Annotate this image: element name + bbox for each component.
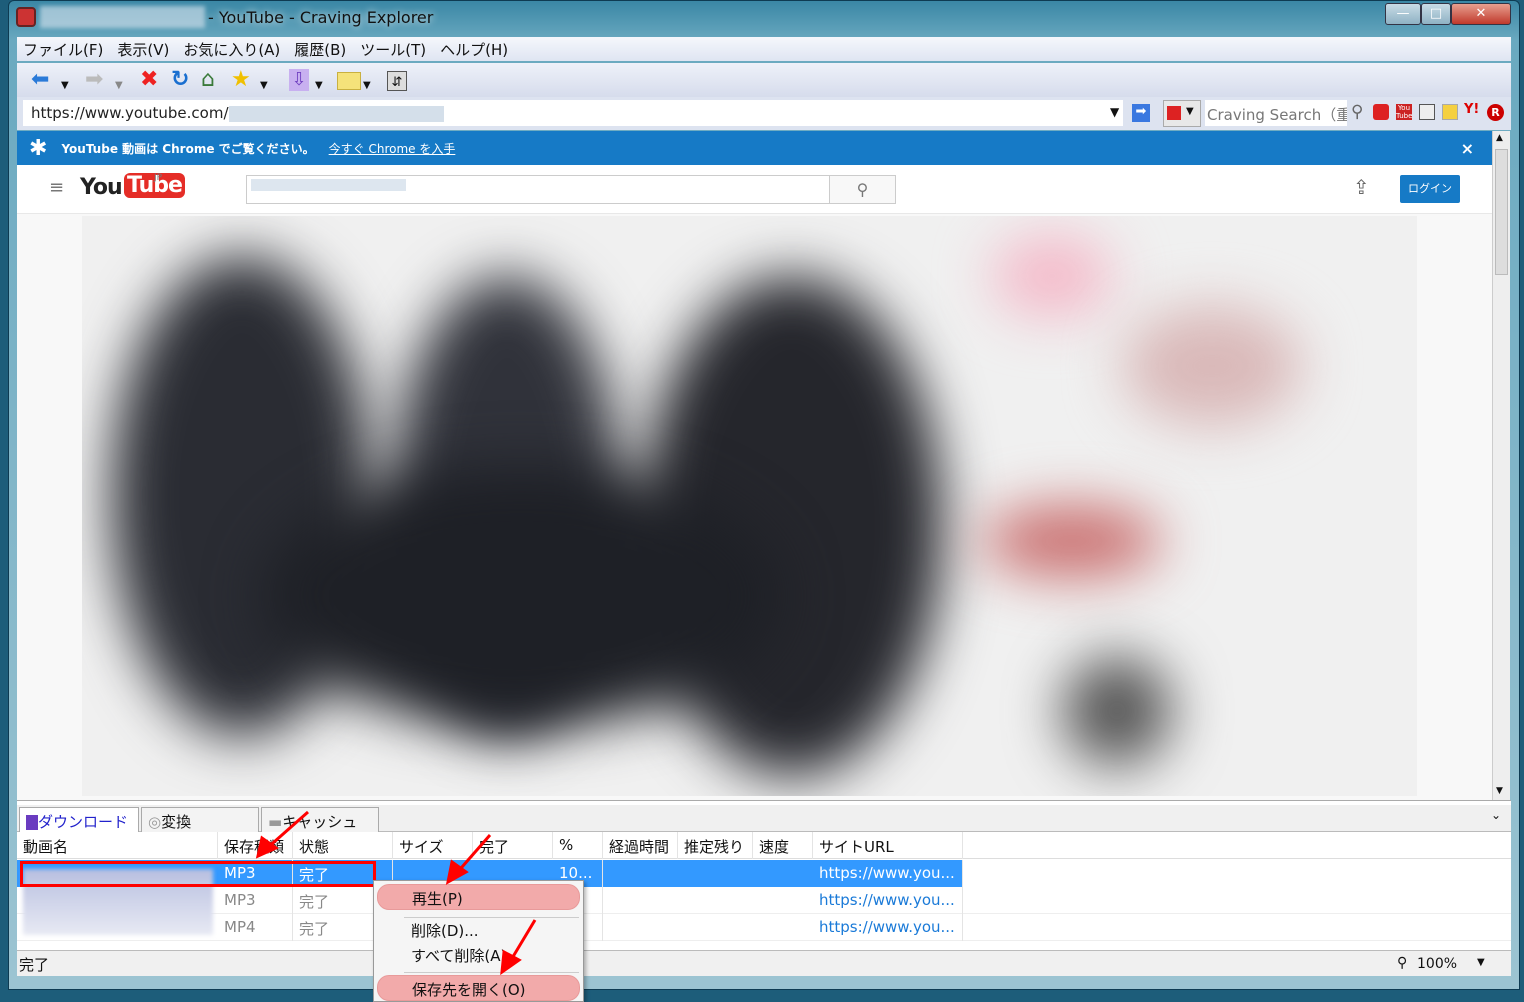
annotation-arrows — [255, 810, 537, 976]
